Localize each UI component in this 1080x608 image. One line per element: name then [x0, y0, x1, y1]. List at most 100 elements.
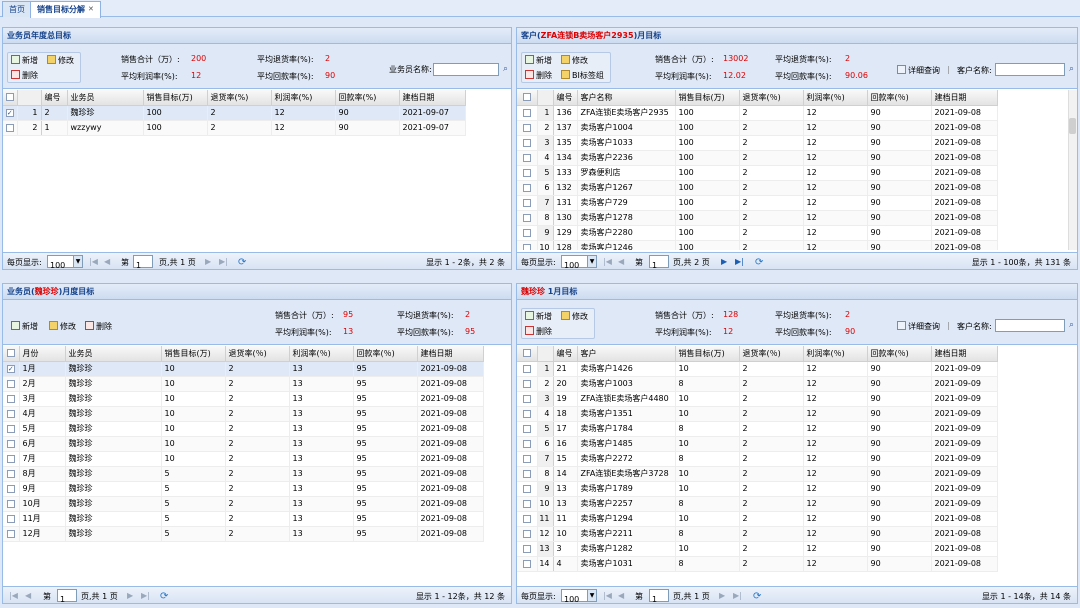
row-checkbox[interactable]: [517, 496, 538, 512]
vertical-scrollbar[interactable]: [1068, 90, 1077, 250]
search-icon[interactable]: ⌕: [1066, 319, 1077, 332]
row-checkbox[interactable]: [3, 481, 20, 497]
table-row[interactable]: 4 134 卖场客户2236 100 2 12 90 2021-09-08: [517, 150, 998, 166]
refresh-icon[interactable]: ⟳: [160, 591, 168, 602]
select-all-checkbox[interactable]: [3, 346, 20, 362]
table-row[interactable]: 5 133 罗森便利店 100 2 12 90 2021-09-08: [517, 165, 998, 181]
row-checkbox[interactable]: [517, 511, 538, 527]
row-checkbox[interactable]: [517, 105, 538, 121]
table-row[interactable]: 2月 魏珍珍 10 2 13 95 2021-09-08: [3, 376, 484, 392]
row-checkbox[interactable]: [517, 481, 538, 497]
col-header[interactable]: 回款率(％): [867, 90, 932, 106]
table-row[interactable]: 3 135 卖场客户1033 100 2 12 90 2021-09-08: [517, 135, 998, 151]
close-icon[interactable]: ✕: [88, 5, 94, 13]
table-row[interactable]: 14 4 卖场客户1031 8 2 12 90 2021-09-08: [517, 556, 998, 572]
table-row[interactable]: 6月 魏珍珍 10 2 13 95 2021-09-08: [3, 436, 484, 452]
table-row[interactable]: 11月 魏珍珍 5 2 13 95 2021-09-08: [3, 511, 484, 527]
table-row[interactable]: 1 136 ZFA连锁E卖场客户2935 100 2 12 90 2021-09-08: [517, 105, 998, 121]
table-row[interactable]: 3 19 ZFA连锁E卖场客户4480 10 2 12 90 2021-09-09: [517, 391, 998, 407]
last-page-icon[interactable]: ▶|: [219, 257, 228, 266]
row-checkbox[interactable]: [517, 421, 538, 437]
row-checkbox[interactable]: [517, 210, 538, 226]
detail-search-button[interactable]: 详细查询: [897, 320, 940, 333]
col-header[interactable]: 客户名称: [577, 90, 676, 106]
next-page-icon[interactable]: ▶: [719, 591, 725, 600]
table-row[interactable]: 5月 魏珍珍 10 2 13 95 2021-09-08: [3, 421, 484, 437]
last-page-icon[interactable]: ▶|: [733, 591, 742, 600]
row-checkbox[interactable]: [517, 406, 538, 422]
col-header[interactable]: 建档日期: [399, 90, 466, 106]
prev-page-icon[interactable]: ◀: [618, 257, 624, 266]
col-header[interactable]: 退货率(％): [739, 90, 804, 106]
table-row[interactable]: 2 1 wzzywy 100 2 12 90 2021-09-07: [3, 120, 466, 136]
col-header[interactable]: 建档日期: [931, 90, 998, 106]
col-header[interactable]: 退货率(％): [739, 346, 804, 362]
bi-tag-button[interactable]: BI标签组: [561, 69, 604, 82]
table-row[interactable]: 10 128 卖场客户1246 100 2 12 90 2021-09-08: [517, 240, 998, 250]
customer-search-input[interactable]: [995, 319, 1065, 332]
delete-button[interactable]: 删除: [525, 69, 552, 82]
page-input[interactable]: 1: [57, 589, 77, 603]
next-page-icon[interactable]: ▶: [205, 257, 211, 266]
col-header[interactable]: 利润率(％): [803, 90, 868, 106]
next-page-icon[interactable]: ▶: [127, 591, 133, 600]
row-checkbox[interactable]: [3, 451, 20, 467]
table-row[interactable]: 7 131 卖场客户729 100 2 12 90 2021-09-08: [517, 195, 998, 211]
per-page-select[interactable]: 100 ▼: [561, 255, 597, 269]
row-checkbox[interactable]: [517, 541, 538, 557]
customer-search-input[interactable]: [995, 63, 1065, 76]
row-checkbox[interactable]: ✓: [3, 361, 20, 377]
table-row[interactable]: 13 3 卖场客户1282 10 2 12 90 2021-09-08: [517, 541, 998, 557]
table-row[interactable]: 8 14 ZFA连锁E卖场客户3728 10 2 12 90 2021-09-09: [517, 466, 998, 482]
last-page-icon[interactable]: ▶|: [141, 591, 150, 600]
row-checkbox[interactable]: [3, 526, 20, 542]
select-all-checkbox[interactable]: [517, 346, 538, 362]
col-header[interactable]: 月份: [19, 346, 66, 362]
row-checkbox[interactable]: [517, 376, 538, 392]
col-header[interactable]: 建档日期: [931, 346, 998, 362]
table-row[interactable]: 6 16 卖场客户1485 10 2 12 90 2021-09-09: [517, 436, 998, 452]
row-checkbox[interactable]: [3, 496, 20, 512]
last-page-icon[interactable]: ▶|: [735, 257, 744, 266]
table-row[interactable]: 7月 魏珍珍 10 2 13 95 2021-09-08: [3, 451, 484, 467]
col-header[interactable]: 利润率(％): [803, 346, 868, 362]
col-header[interactable]: 业务员: [67, 90, 144, 106]
row-checkbox[interactable]: [517, 165, 538, 181]
page-input[interactable]: 1: [649, 255, 669, 269]
tab-sales-target[interactable]: 销售目标分解 ✕: [30, 1, 101, 18]
page-input[interactable]: 1: [649, 589, 669, 603]
row-checkbox[interactable]: [517, 466, 538, 482]
col-header[interactable]: 编号: [553, 90, 578, 106]
col-header[interactable]: 销售目标(万): [161, 346, 226, 362]
col-header[interactable]: 退货率(％): [225, 346, 290, 362]
table-row[interactable]: 5 17 卖场客户1784 8 2 12 90 2021-09-09: [517, 421, 998, 437]
col-header[interactable]: 回款率(％): [867, 346, 932, 362]
table-row[interactable]: 9 13 卖场客户1789 10 2 12 90 2021-09-09: [517, 481, 998, 497]
per-page-select[interactable]: 100 ▼: [47, 255, 83, 269]
row-checkbox[interactable]: [517, 391, 538, 407]
row-checkbox[interactable]: [517, 526, 538, 542]
delete-button[interactable]: 删除: [11, 69, 38, 82]
first-page-icon[interactable]: |◀: [89, 257, 98, 266]
table-row[interactable]: 11 11 卖场客户1294 10 2 12 90 2021-09-08: [517, 511, 998, 527]
row-checkbox[interactable]: [517, 135, 538, 151]
row-checkbox[interactable]: [3, 436, 20, 452]
row-checkbox[interactable]: [3, 421, 20, 437]
first-page-icon[interactable]: |◀: [9, 591, 18, 600]
prev-page-icon[interactable]: ◀: [25, 591, 31, 600]
detail-search-button[interactable]: 详细查询: [897, 64, 940, 77]
prev-page-icon[interactable]: ◀: [104, 257, 110, 266]
row-checkbox[interactable]: [517, 451, 538, 467]
col-header[interactable]: 销售目标(万): [143, 90, 208, 106]
table-row[interactable]: 4月 魏珍珍 10 2 13 95 2021-09-08: [3, 406, 484, 422]
row-checkbox[interactable]: [517, 150, 538, 166]
table-row[interactable]: 9 129 卖场客户2280 100 2 12 90 2021-09-08: [517, 225, 998, 241]
table-row[interactable]: 8月 魏珍珍 5 2 13 95 2021-09-08: [3, 466, 484, 482]
edit-button[interactable]: 修改: [561, 310, 588, 323]
col-header[interactable]: 回款率(%): [335, 90, 400, 106]
prev-page-icon[interactable]: ◀: [618, 591, 624, 600]
table-row[interactable]: 12 10 卖场客户2211 8 2 12 90 2021-09-08: [517, 526, 998, 542]
row-checkbox[interactable]: [517, 120, 538, 136]
refresh-icon[interactable]: ⟳: [238, 257, 246, 268]
table-row[interactable]: 10月 魏珍珍 5 2 13 95 2021-09-08: [3, 496, 484, 512]
